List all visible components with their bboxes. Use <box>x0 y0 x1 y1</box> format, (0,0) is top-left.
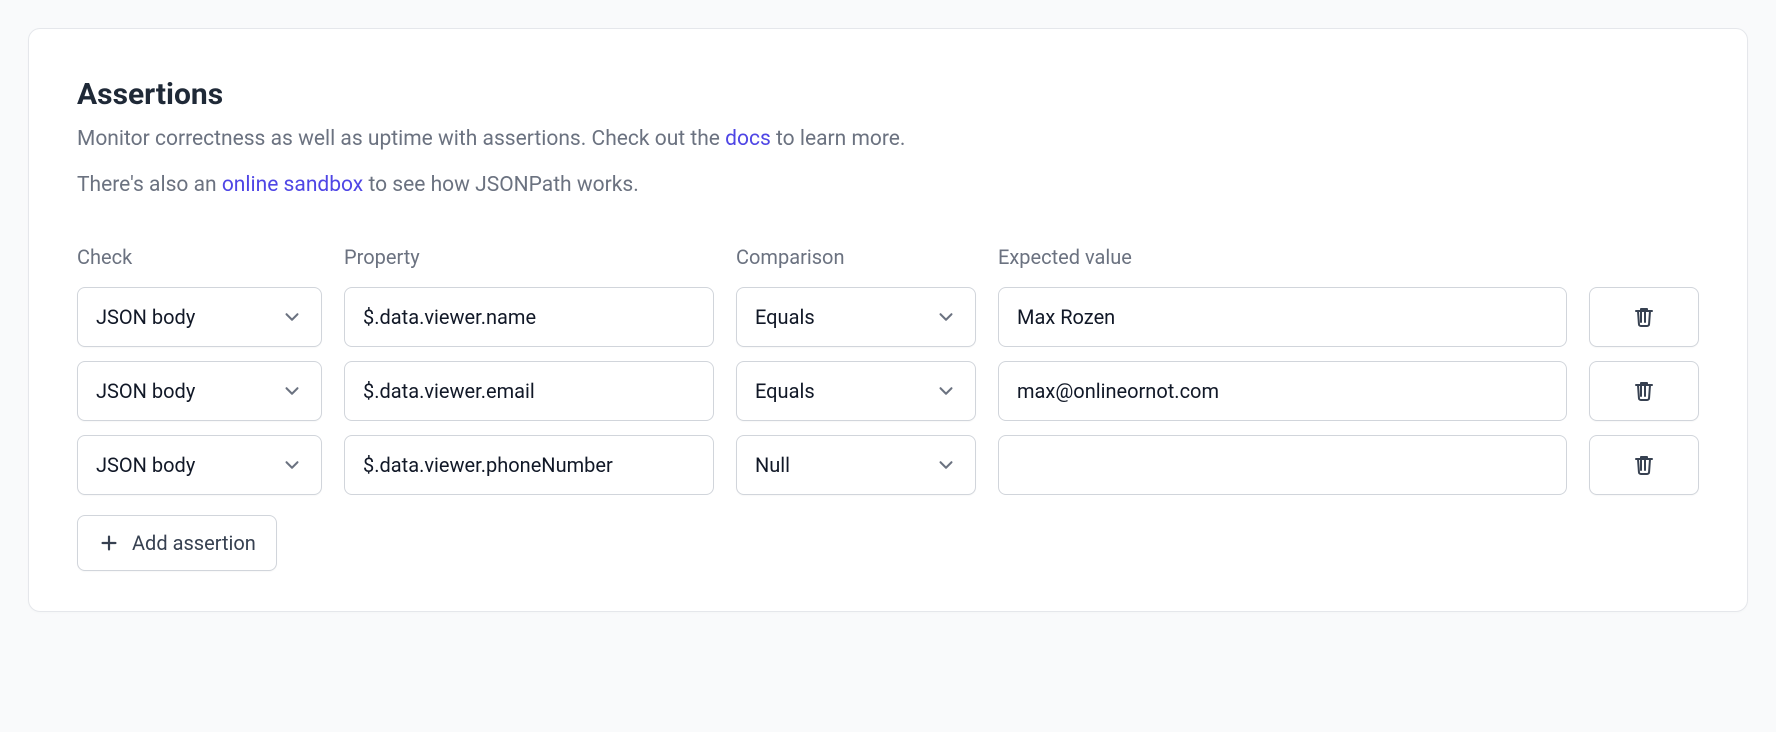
delete-assertion-button[interactable] <box>1589 287 1699 347</box>
chevron-down-icon <box>281 380 303 402</box>
property-input[interactable] <box>344 287 714 347</box>
check-select[interactable]: JSON body <box>77 361 322 421</box>
col-header-comparison: Comparison <box>736 245 976 269</box>
plus-icon <box>98 532 120 554</box>
chevron-down-icon <box>935 454 957 476</box>
check-select-value: JSON body <box>96 379 195 403</box>
assertions-grid: Check Property Comparison Expected value… <box>77 245 1699 571</box>
chevron-down-icon <box>281 306 303 328</box>
property-input[interactable] <box>344 435 714 495</box>
property-input[interactable] <box>344 361 714 421</box>
comparison-select-value: Equals <box>755 305 815 329</box>
check-select-value: JSON body <box>96 305 195 329</box>
docs-link[interactable]: docs <box>725 127 771 151</box>
section-heading: Assertions <box>77 77 1699 112</box>
expected-value-input[interactable] <box>998 435 1567 495</box>
comparison-select-value: Null <box>755 453 790 477</box>
trash-icon <box>1632 453 1656 477</box>
sandbox-link[interactable]: online sandbox <box>222 173 363 197</box>
add-assertion-button[interactable]: Add assertion <box>77 515 277 571</box>
assertion-row: JSON body Equals <box>77 361 1699 421</box>
add-assertion-label: Add assertion <box>132 531 256 555</box>
col-header-property: Property <box>344 245 714 269</box>
expected-value-input[interactable] <box>998 287 1567 347</box>
trash-icon <box>1632 379 1656 403</box>
comparison-select-value: Equals <box>755 379 815 403</box>
check-select-value: JSON body <box>96 453 195 477</box>
check-select[interactable]: JSON body <box>77 435 322 495</box>
trash-icon <box>1632 305 1656 329</box>
description-line-1: Monitor correctness as well as uptime wi… <box>77 124 1699 156</box>
col-header-check: Check <box>77 245 322 269</box>
chevron-down-icon <box>281 454 303 476</box>
description-text: to learn more. <box>771 127 906 151</box>
description-text: Monitor correctness as well as uptime wi… <box>77 127 725 151</box>
comparison-select[interactable]: Null <box>736 435 976 495</box>
delete-assertion-button[interactable] <box>1589 361 1699 421</box>
comparison-select[interactable]: Equals <box>736 287 976 347</box>
grid-header-row: Check Property Comparison Expected value <box>77 245 1699 269</box>
description-text: to see how JSONPath works. <box>363 173 639 197</box>
assertions-card: Assertions Monitor correctness as well a… <box>28 28 1748 612</box>
chevron-down-icon <box>935 306 957 328</box>
delete-assertion-button[interactable] <box>1589 435 1699 495</box>
assertion-row: JSON body Equals <box>77 287 1699 347</box>
description-line-2: There's also an online sandbox to see ho… <box>77 170 1699 202</box>
chevron-down-icon <box>935 380 957 402</box>
expected-value-input[interactable] <box>998 361 1567 421</box>
assertion-row: JSON body Null <box>77 435 1699 495</box>
col-header-expected: Expected value <box>998 245 1567 269</box>
check-select[interactable]: JSON body <box>77 287 322 347</box>
description-text: There's also an <box>77 173 222 197</box>
comparison-select[interactable]: Equals <box>736 361 976 421</box>
